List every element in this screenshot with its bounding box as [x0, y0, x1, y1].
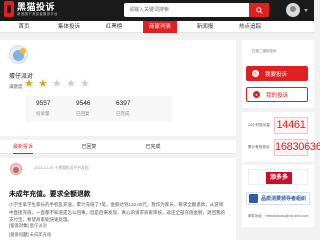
nav-item-group[interactable]: 集体投诉 — [52, 21, 86, 33]
star-icon: ★ — [80, 78, 90, 90]
stat-value: 6397 — [116, 100, 131, 107]
complaint-counters: 24小时投诉量 14461 累计有效投诉 16830636 — [242, 112, 320, 162]
complaint-tabs: 最新投诉 已回复 已完成 — [0, 140, 236, 154]
complainant-avatar — [10, 163, 22, 175]
tab-latest[interactable]: 最新投诉 — [10, 140, 36, 154]
count-24h-value: 14461 — [274, 117, 308, 134]
complaint-issue: [投诉问题] 未成年充值 — [9, 232, 51, 238]
complaint-body: 小学生拿学生家长的手机乱充值，累计充值了7笔，金额达到133.00元，我作为家长… — [9, 202, 225, 223]
merchant-avatar — [9, 45, 28, 64]
ad-banner[interactable]: 添多多 — [248, 169, 308, 185]
brand-name: 黑猫投诉 — [17, 1, 56, 12]
issue-label: [投诉问题] — [9, 232, 29, 237]
count-24h: 24小时投诉量 14461 — [248, 117, 308, 134]
complaint-card[interactable]: 2023-12-25 于黑猫投诉平台发起 未成年充值。要求全额退款 小学生拿学生… — [0, 158, 236, 240]
stat-value: 9557 — [36, 100, 51, 107]
contact-email: 邮件地址：heimaotousu@vip.sina.com — [248, 214, 309, 218]
shield-icon — [249, 194, 258, 203]
star-icon: ★ — [66, 78, 76, 90]
star-icon: ★ — [52, 78, 62, 90]
my-complaints-button[interactable]: ● 我的投诉 — [246, 87, 308, 102]
user-avatar[interactable] — [286, 3, 300, 17]
brand-tagline: 新浪旗下消费者服务平台 — [17, 11, 58, 16]
chevron-down-icon[interactable] — [304, 9, 308, 12]
stat-completed: 6397 已完成 — [116, 100, 130, 117]
stat-label: 已回复 — [76, 111, 90, 116]
sidebar-ads: 添多多 品质消费领导者组织 邮件地址：heimaotousu@vip.sina.… — [242, 165, 314, 227]
cat-logo-icon — [4, 1, 14, 17]
nav-item-news[interactable]: 新闻报 — [191, 21, 219, 33]
tab-completed[interactable]: 已完成 — [142, 140, 164, 154]
stats-box: 9557 投诉量 9546 已回复 6397 已完成 — [26, 96, 172, 122]
stat-value: 9546 — [76, 100, 91, 107]
ad-logo: 添多多 — [266, 172, 292, 184]
count-total-label: 累计有效投诉 — [248, 145, 270, 149]
merchant-profile: 蛋仔派对 满意度 ★ ★ ★ ★ ★ 9557 投诉量 9546 已回复 6397 已完… — [0, 40, 236, 136]
complaint-object: [投诉对象] 蛋仔派对 — [9, 223, 47, 229]
edit-icon: ✎ — [252, 70, 259, 77]
count-total-value: 16830636 — [274, 139, 320, 156]
my-complaints-label: 我的投诉 — [266, 92, 289, 99]
search-bar — [124, 3, 269, 17]
complaint-meta: 2023-12-25 于黑猫投诉平台发起 — [34, 166, 89, 170]
tab-replied[interactable]: 已回复 — [78, 140, 100, 154]
object-value[interactable]: 蛋仔派对 — [30, 223, 47, 228]
qr-hint: 扫描二维码投诉 — [252, 49, 277, 53]
rating-stars: ★ ★ ★ ★ ★ — [24, 79, 94, 90]
org-banner-text: 品质消费领导者组织 — [261, 196, 307, 202]
count-24h-label: 24小时投诉量 — [248, 123, 270, 127]
sidebar-actions: 扫描二维码投诉 ✎ 我要投诉 ● 我的投诉 — [242, 40, 314, 108]
nav-item-hot[interactable]: 热点追踪 — [233, 21, 267, 33]
site-header: 黑猫投诉 新浪旗下消费者服务平台 — [0, 0, 314, 21]
complaint-title[interactable]: 未成年充值。要求全额退款 — [9, 188, 91, 198]
stat-complaints: 9557 投诉量 — [36, 100, 50, 117]
object-label: [投诉对象] — [9, 223, 29, 228]
rating-label: 满意度 — [9, 84, 23, 89]
search-icon — [255, 6, 263, 14]
complain-button-label: 我要投诉 — [265, 71, 288, 78]
nav-item-merchants[interactable]: 商家列表 — [143, 21, 177, 33]
search-input[interactable] — [124, 3, 244, 17]
stat-label: 已完成 — [116, 111, 130, 116]
main-nav: 首页 集体投诉 红黑榜 商家列表 新闻报 热点追踪 — [0, 21, 314, 33]
nav-item-ranking[interactable]: 红黑榜 — [100, 21, 128, 33]
brand-logo[interactable]: 黑猫投诉 新浪旗下消费者服务平台 — [4, 1, 58, 17]
count-total: 累计有效投诉 16830636 — [248, 139, 320, 156]
search-button[interactable] — [249, 3, 269, 17]
stat-replied: 9546 已回复 — [76, 100, 90, 117]
org-banner[interactable]: 品质消费领导者组织 — [246, 192, 310, 205]
stat-label: 投诉量 — [36, 111, 50, 116]
nav-item-home[interactable]: 首页 — [10, 21, 38, 33]
user-icon: ● — [253, 91, 260, 98]
star-icon: ★ — [38, 78, 48, 90]
star-icon: ★ — [24, 78, 34, 90]
complain-button[interactable]: ✎ 我要投诉 — [246, 66, 308, 81]
issue-value: 未成年充值 — [29, 232, 52, 237]
